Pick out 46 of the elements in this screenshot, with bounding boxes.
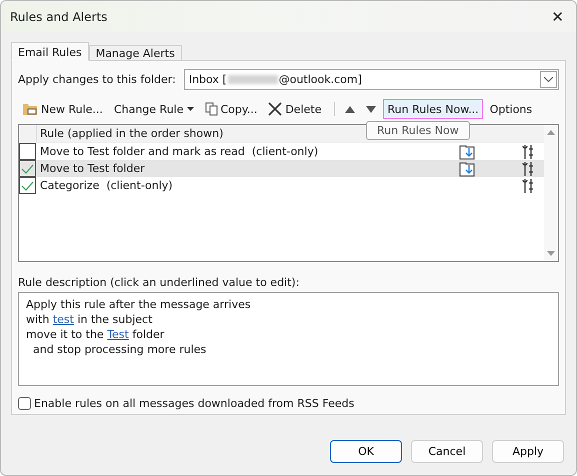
folder-label: Apply changes to this folder:	[18, 72, 176, 86]
tooltip: Run Rules Now	[366, 121, 470, 140]
copy-icon	[204, 102, 218, 116]
run-rules-button[interactable]: Run Rules Now...	[383, 99, 483, 119]
value-link[interactable]: Test	[107, 328, 129, 341]
scrollbar[interactable]	[544, 125, 558, 261]
dropdown-button[interactable]	[540, 70, 557, 88]
description-line: Apply this rule after the message arrives	[26, 297, 252, 312]
toolbar-button[interactable]: Delete	[264, 99, 326, 119]
toolbar-button[interactable]: New Rule...	[18, 99, 107, 119]
scroll-up-icon[interactable]	[547, 130, 555, 135]
wrench-icon	[522, 160, 534, 176]
window-title: Rules and Alerts	[10, 10, 108, 24]
folder-dropdown[interactable]: Inbox [ @outlook.com]	[184, 68, 559, 90]
chevron-down-icon	[544, 76, 553, 82]
description-line: and stop processing more rules	[32, 342, 208, 357]
wrench-icon	[522, 144, 534, 160]
toolbar-button[interactable]: Copy...	[200, 99, 262, 119]
wrench-icon	[522, 178, 534, 194]
column-header[interactable]: Rule (applied in the order shown)	[37, 125, 224, 142]
close-icon[interactable]: ✕	[551, 8, 564, 26]
description-line: move it to the Test folder	[26, 327, 166, 342]
dialog-button[interactable]: Apply	[492, 440, 564, 462]
down-arrow-icon[interactable]	[366, 106, 376, 112]
rule-row[interactable]: Move to Test folder and mark as read (client-only)	[19, 143, 544, 160]
description-label: Rule description (click an underlined value to edit):	[18, 276, 300, 289]
description-line: with test in the subject	[26, 312, 154, 327]
tab[interactable]: Manage Alerts	[88, 45, 182, 61]
rule-checkbox[interactable]	[19, 160, 36, 177]
tab[interactable]: Email Rules	[11, 42, 89, 61]
value-link[interactable]: test	[52, 313, 74, 326]
caret-icon	[186, 107, 194, 111]
scroll-down-icon[interactable]	[547, 251, 555, 256]
delete-icon	[268, 102, 282, 116]
dialog-button[interactable]: Cancel	[411, 440, 483, 462]
rss-label: Enable rules on all messages downloaded from RSS Feeds	[34, 397, 354, 410]
dialog-button[interactable]: OK	[330, 440, 402, 462]
rule-checkbox[interactable]	[19, 177, 36, 194]
toolbar-button[interactable]: Options	[486, 99, 536, 119]
rule-checkbox[interactable]	[19, 143, 36, 160]
toolbar-button[interactable]: Change Rule	[110, 99, 198, 119]
rule-row[interactable]: Categorize (client-only)	[19, 177, 544, 194]
up-arrow-icon[interactable]	[345, 106, 356, 112]
folder-icon	[22, 102, 38, 116]
rule-row[interactable]: Move to Test folder	[19, 160, 544, 177]
rss-checkbox[interactable]	[18, 397, 31, 410]
